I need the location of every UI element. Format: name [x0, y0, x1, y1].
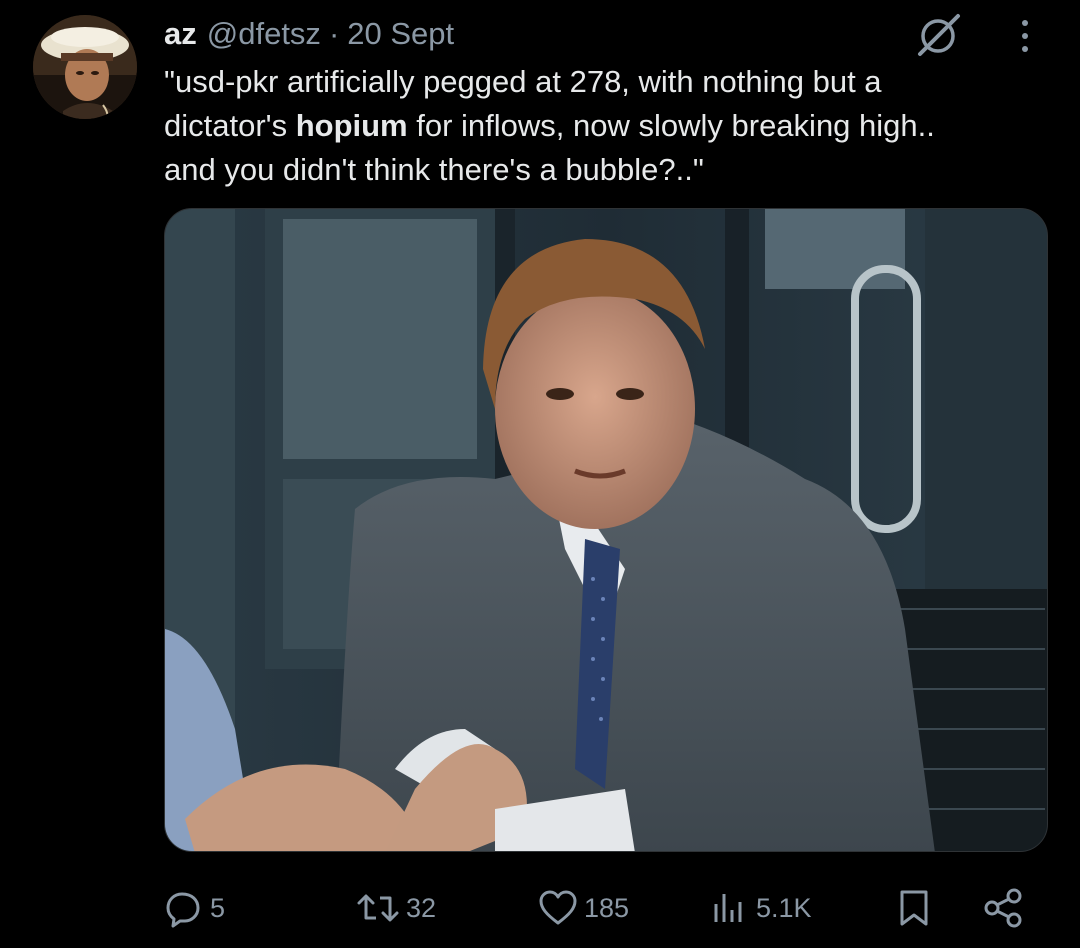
reply-icon — [166, 892, 200, 928]
grok-icon[interactable] — [912, 12, 966, 58]
avatar-image — [33, 15, 137, 119]
repost-count: 32 — [406, 892, 437, 923]
tweet-text-line-3: and you didn't think there's a bubble?..… — [164, 152, 704, 187]
reply-count: 5 — [210, 892, 226, 923]
share-icon — [984, 888, 1022, 928]
views-icon — [714, 894, 742, 922]
tweet-header: az @dfetsz · 20 Sept — [164, 14, 454, 54]
tweet-text-line-1: "usd-pkr artificially pegged at 278, wit… — [164, 64, 882, 99]
reply-button[interactable]: 5 — [164, 880, 225, 936]
more-options-icon[interactable] — [1010, 14, 1040, 58]
tweet-actions-bar: 5 32 185 5.1K — [0, 880, 1080, 936]
tweet: az @dfetsz · 20 Sept "usd-pkr artificial… — [0, 0, 1080, 948]
bookmark-button[interactable] — [894, 880, 934, 936]
tweet-text-line-2-end: for inflows, now slowly breaking high.. — [407, 108, 935, 143]
bookmark-icon — [900, 890, 928, 926]
share-button[interactable] — [982, 880, 1026, 936]
views-button[interactable]: 5.1K — [710, 880, 812, 936]
avatar[interactable] — [33, 15, 137, 119]
post-date[interactable]: 20 Sept — [347, 16, 454, 52]
user-handle[interactable]: @dfetsz — [207, 16, 321, 52]
movie-still-image — [165, 209, 1047, 851]
tweet-text: "usd-pkr artificially pegged at 278, wit… — [164, 60, 1044, 192]
tweet-text-line-2: dictator's hopium for inflows, now slowl… — [164, 104, 1044, 148]
repost-icon — [357, 894, 399, 922]
like-count: 185 — [584, 892, 630, 923]
tweet-media-image[interactable] — [164, 208, 1048, 852]
display-name[interactable]: az — [164, 16, 197, 52]
repost-button[interactable]: 32 — [356, 880, 436, 936]
tweet-text-line-2-start: dictator's — [164, 108, 296, 143]
views-count: 5.1K — [756, 892, 812, 923]
separator-dot: · — [328, 16, 340, 51]
heart-icon — [539, 890, 577, 925]
like-button[interactable]: 185 — [538, 880, 629, 936]
tweet-text-bold-word: hopium — [295, 108, 408, 143]
